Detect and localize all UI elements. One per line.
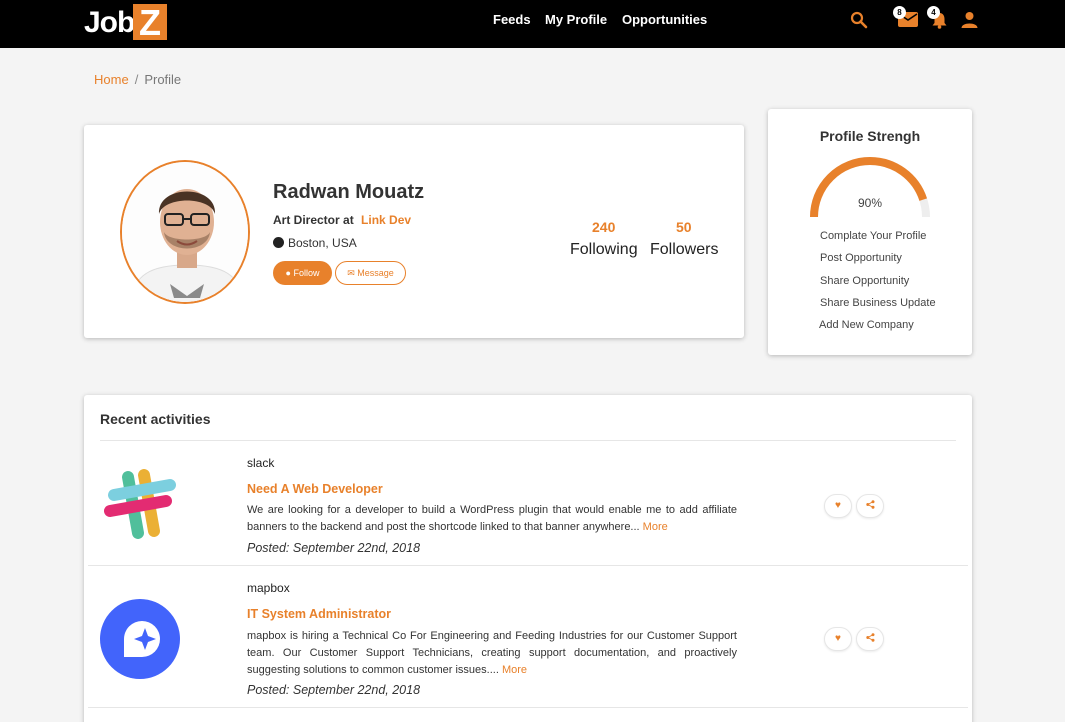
jobz-logo[interactable]: Job Z bbox=[84, 4, 170, 42]
following-count: 240 bbox=[592, 219, 616, 235]
breadcrumb-separator: / bbox=[134, 72, 139, 87]
divider bbox=[100, 440, 956, 441]
avatar bbox=[120, 160, 250, 304]
divider bbox=[88, 565, 968, 566]
profile-location-text: Boston, USA bbox=[288, 236, 357, 250]
logo-text: Job bbox=[84, 6, 135, 39]
logo-z-mark: Z bbox=[133, 4, 167, 42]
search-icon[interactable] bbox=[850, 11, 868, 34]
activity-company: mapbox bbox=[247, 581, 290, 595]
strength-percent: 90% bbox=[857, 196, 883, 210]
like-button[interactable]: ♥ bbox=[824, 494, 852, 518]
message-button[interactable]: ✉ Message bbox=[335, 261, 406, 285]
heart-icon: ♥ bbox=[835, 633, 841, 644]
user-icon[interactable] bbox=[961, 11, 978, 33]
share-icon bbox=[865, 500, 874, 509]
follow-icon: ● bbox=[285, 268, 291, 278]
activity-posted-date: Posted: September 22nd, 2018 bbox=[247, 683, 421, 697]
bell-badge: 4 bbox=[927, 6, 940, 19]
recent-activities-card: Recent activities slack Need A Web Devel… bbox=[84, 395, 972, 722]
nav-my-profile[interactable]: My Profile bbox=[545, 12, 607, 27]
mapbox-logo bbox=[100, 599, 180, 679]
profile-role: Art Director at Link Dev bbox=[273, 213, 411, 227]
recent-activities-title: Recent activities bbox=[100, 411, 211, 427]
link-complete-profile[interactable]: Complate Your Profile bbox=[820, 230, 926, 242]
followers-label[interactable]: Followers bbox=[650, 241, 718, 259]
profile-at: at bbox=[343, 213, 354, 227]
profile-location: Boston, USA bbox=[273, 236, 357, 250]
heart-icon: ♥ bbox=[835, 500, 841, 511]
activity-posted-date: Posted: September 22nd, 2018 bbox=[247, 541, 421, 555]
more-link[interactable]: More bbox=[643, 521, 668, 533]
envelope-icon: ✉ bbox=[347, 268, 355, 278]
profile-company-link[interactable]: Link Dev bbox=[361, 213, 411, 227]
activity-job-title[interactable]: Need A Web Developer bbox=[247, 482, 383, 496]
followers-count: 50 bbox=[676, 219, 692, 235]
activity-company: slack bbox=[247, 456, 275, 470]
link-share-business-update[interactable]: Share Business Update bbox=[820, 297, 936, 309]
activity-description-text: mapbox is hiring a Technical Co For Engi… bbox=[247, 630, 737, 676]
mail-badge: 8 bbox=[893, 6, 906, 19]
location-icon bbox=[273, 237, 284, 248]
breadcrumb-current: Profile bbox=[144, 72, 182, 87]
nav-feeds[interactable]: Feeds bbox=[493, 12, 531, 27]
profile-name: Radwan Mouatz bbox=[273, 181, 425, 203]
activity-job-title[interactable]: IT System Administrator bbox=[247, 607, 391, 621]
breadcrumb: Home / Profile bbox=[94, 72, 181, 87]
link-share-opportunity[interactable]: Share Opportunity bbox=[820, 275, 909, 287]
following-label[interactable]: Following bbox=[570, 241, 638, 259]
follow-label: Follow bbox=[293, 268, 320, 278]
breadcrumb-home[interactable]: Home bbox=[94, 72, 129, 87]
activity-description: mapbox is hiring a Technical Co For Engi… bbox=[247, 628, 737, 679]
share-button[interactable] bbox=[856, 494, 884, 518]
more-link[interactable]: More bbox=[502, 664, 527, 676]
share-button[interactable] bbox=[856, 627, 884, 651]
profile-strength-title: Profile Strengh bbox=[819, 128, 921, 144]
divider bbox=[88, 707, 968, 708]
link-post-opportunity[interactable]: Post Opportunity bbox=[820, 252, 902, 264]
top-navbar: Job Z Feeds My Profile Opportunities 8 4 bbox=[0, 0, 1065, 48]
nav-opportunities[interactable]: Opportunities bbox=[622, 12, 707, 27]
like-button[interactable]: ♥ bbox=[824, 627, 852, 651]
share-icon bbox=[865, 633, 874, 642]
follow-button[interactable]: ● Follow bbox=[273, 261, 332, 285]
link-add-new-company[interactable]: Add New Company bbox=[819, 319, 914, 331]
activity-description: We are looking for a developer to build … bbox=[247, 502, 737, 536]
message-label: Message bbox=[357, 268, 394, 278]
profile-strength-card: Profile Strengh 90% Complate Your Profil… bbox=[768, 109, 972, 355]
slack-logo bbox=[104, 469, 176, 539]
profile-card: Radwan Mouatz Art Director at Link Dev B… bbox=[84, 125, 744, 338]
profile-title: Art Director bbox=[273, 213, 340, 227]
